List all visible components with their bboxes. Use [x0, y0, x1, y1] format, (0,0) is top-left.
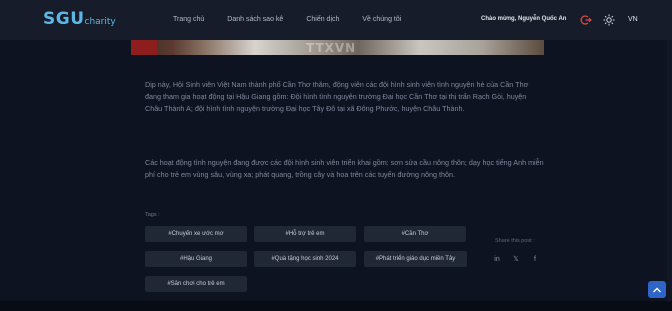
hero-image: TTXVN: [131, 40, 544, 55]
article-paragraph-1: Dịp này, Hội Sinh viên Việt Nam thành ph…: [145, 80, 529, 113]
tag-qua-tang-hoc-sinh[interactable]: #Quà tặng học sinh 2024: [254, 251, 356, 267]
bottom-band: [0, 301, 672, 311]
logo-sub: charity: [84, 17, 116, 27]
tag-phat-trien-giao-duc[interactable]: #Phát triển giáo dục miền Tây: [364, 251, 467, 267]
scrollbar[interactable]: [667, 40, 672, 301]
logout-icon[interactable]: [580, 14, 592, 26]
welcome-text: Chào mừng, Nguyễn Quốc An: [481, 16, 567, 22]
nav-home[interactable]: Trang chủ: [173, 16, 204, 23]
facebook-icon[interactable]: f: [529, 253, 541, 265]
tag-chuyen-xe-uoc-mo[interactable]: #Chuyến xe ước mơ: [145, 226, 247, 242]
tag-can-tho[interactable]: #Cần Thơ: [364, 226, 466, 242]
top-navbar: SGUcharity Trang chủ Danh sách sao kê Ch…: [0, 0, 672, 40]
x-twitter-icon[interactable]: 𝕏: [510, 253, 522, 265]
nav-about[interactable]: Về chúng tôi: [362, 16, 401, 23]
chevron-up-icon: [653, 287, 661, 292]
linkedin-icon[interactable]: in: [491, 253, 503, 265]
article-paragraph-2: Các hoạt động tình nguyện đang được các …: [145, 158, 544, 179]
tags-title: Tags :: [145, 212, 160, 218]
sun-icon[interactable]: [603, 14, 615, 26]
hero-flag: [131, 40, 157, 55]
logo[interactable]: SGUcharity: [43, 9, 116, 29]
scroll-to-top-button[interactable]: [648, 281, 666, 298]
nav-campaigns[interactable]: Chiến dịch: [306, 16, 339, 23]
logo-main: SGU: [43, 9, 85, 29]
tag-hau-giang[interactable]: #Hậu Giang: [145, 251, 247, 267]
tag-ho-tro-tre-em[interactable]: #Hỗ trợ trẻ em: [254, 226, 356, 242]
nav-links: Trang chủ Danh sách sao kê Chiến dịch Về…: [173, 16, 401, 23]
hero-watermark: TTXVN: [306, 41, 357, 55]
language-switch[interactable]: VN: [628, 16, 638, 23]
share-title: Share this post :: [495, 238, 535, 244]
tag-san-choi-tre-em[interactable]: #Sân chơi cho trẻ em: [145, 276, 247, 292]
nav-statements[interactable]: Danh sách sao kê: [227, 16, 283, 23]
